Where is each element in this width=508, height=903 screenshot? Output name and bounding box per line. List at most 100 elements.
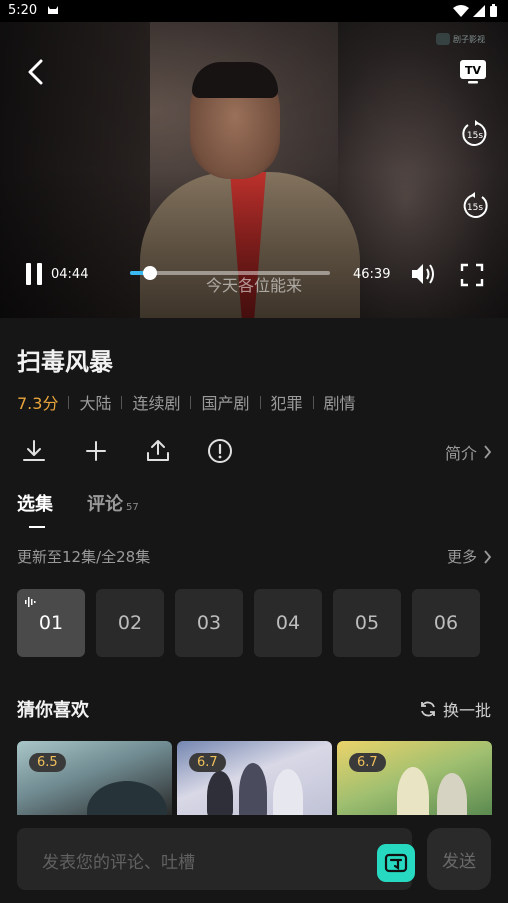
tag-region: 大陆 bbox=[79, 394, 112, 413]
watermark-logo-icon bbox=[436, 33, 450, 45]
episode-number: 02 bbox=[117, 612, 143, 634]
episode-number: 06 bbox=[433, 612, 459, 634]
cast-tv-button[interactable]: TV bbox=[458, 58, 488, 86]
refresh-label: 换一批 bbox=[442, 701, 491, 720]
intro-link[interactable]: 简介 bbox=[445, 440, 492, 464]
alert-circle-icon bbox=[208, 439, 232, 463]
recommend-list: 6.5 6.7 6.7 bbox=[17, 741, 492, 815]
download-icon bbox=[23, 440, 45, 461]
tag-category: 国产剧 bbox=[201, 394, 250, 413]
video-player[interactable]: 剧子影视 TV 15s 15s 今天各位能来 04:44 46:39 bbox=[0, 22, 508, 318]
status-bar: 5:20 bbox=[0, 0, 508, 22]
tab-comments-label: 评论 bbox=[87, 494, 123, 515]
tag-separator bbox=[312, 395, 314, 409]
watermark: 剧子影视 bbox=[436, 30, 494, 48]
status-time: 5:20 bbox=[8, 3, 38, 18]
episode-number: 05 bbox=[354, 612, 380, 634]
more-label: 更多 bbox=[446, 548, 477, 566]
action-bar bbox=[0, 432, 508, 472]
back-button[interactable] bbox=[20, 57, 50, 87]
poster-figure bbox=[273, 769, 303, 815]
signal-icon bbox=[473, 4, 485, 17]
plus-icon bbox=[86, 441, 106, 461]
send-label: 发送 bbox=[442, 851, 476, 872]
battery-icon bbox=[490, 4, 497, 17]
tag-type: 连续剧 bbox=[132, 394, 181, 413]
recommend-title: 猜你喜欢 bbox=[17, 700, 89, 721]
current-time: 04:44 bbox=[51, 267, 89, 282]
tv-icon: TV bbox=[460, 60, 486, 84]
poster-figure bbox=[397, 767, 429, 815]
intro-label: 简介 bbox=[444, 444, 477, 463]
tag-separator bbox=[121, 395, 123, 409]
episode-item[interactable]: 03 bbox=[175, 589, 243, 657]
chevron-right-icon bbox=[484, 549, 492, 564]
system-icons bbox=[453, 4, 498, 18]
tab-episodes[interactable]: 选集 bbox=[17, 490, 53, 528]
tag-separator bbox=[68, 395, 70, 409]
episode-item[interactable]: 06 bbox=[412, 589, 480, 657]
episode-number: 04 bbox=[275, 612, 301, 634]
pause-button[interactable] bbox=[22, 261, 46, 287]
comment-input[interactable]: 发表您的评论、吐槽 bbox=[17, 828, 412, 890]
download-button[interactable] bbox=[17, 432, 51, 470]
chevron-left-icon bbox=[28, 59, 43, 85]
watermark-text: 剧子影视 bbox=[453, 34, 485, 44]
refresh-button[interactable]: 换一批 bbox=[419, 697, 491, 721]
progress-bar[interactable] bbox=[130, 266, 330, 280]
volume-button[interactable] bbox=[409, 260, 439, 288]
recommend-score: 6.5 bbox=[29, 753, 66, 772]
wifi-icon bbox=[453, 4, 469, 17]
recommend-score: 6.7 bbox=[189, 753, 226, 772]
show-title: 扫毒风暴 bbox=[17, 348, 113, 376]
poster-figure bbox=[239, 763, 267, 815]
episode-number: 01 bbox=[38, 612, 64, 634]
assistant-float-button[interactable] bbox=[377, 844, 415, 882]
send-button[interactable]: 发送 bbox=[427, 828, 491, 890]
recommend-score: 6.7 bbox=[349, 753, 386, 772]
assistant-icon bbox=[384, 853, 408, 873]
comment-count: 57 bbox=[126, 502, 139, 513]
comment-placeholder: 发表您的评论、吐槽 bbox=[42, 853, 195, 873]
tag-genre-crime: 犯罪 bbox=[270, 394, 303, 413]
forward-label: 15s bbox=[467, 203, 483, 213]
tab-comments[interactable]: 评论 57 bbox=[87, 490, 139, 516]
show-tags: 7.3分 大陆 连续剧 国产剧 犯罪 剧情 bbox=[17, 390, 356, 414]
tv-label: TV bbox=[465, 64, 482, 77]
pause-icon bbox=[26, 263, 42, 285]
more-episodes-link[interactable]: 更多 bbox=[447, 546, 492, 567]
rating: 7.3分 bbox=[17, 394, 59, 413]
rewind-15s-button[interactable]: 15s bbox=[459, 118, 491, 150]
tag-genre-drama: 剧情 bbox=[323, 394, 356, 413]
forward-icon: 15s bbox=[463, 192, 488, 218]
poster-figure bbox=[437, 773, 467, 815]
tag-separator bbox=[259, 395, 261, 409]
recommend-item[interactable]: 6.5 bbox=[17, 741, 172, 815]
volume-icon bbox=[412, 264, 434, 284]
rewind-icon: 15s bbox=[462, 120, 487, 146]
episode-item[interactable]: 01 bbox=[17, 589, 85, 657]
update-status: 更新至12集/全28集 bbox=[17, 548, 151, 566]
fullscreen-button[interactable] bbox=[459, 262, 485, 288]
poster-figure bbox=[207, 771, 233, 815]
episode-list: 01 02 03 04 05 06 bbox=[17, 589, 480, 657]
forward-15s-button[interactable]: 15s bbox=[459, 190, 491, 222]
share-button[interactable] bbox=[141, 432, 175, 470]
notification-icon bbox=[48, 6, 58, 14]
refresh-icon bbox=[421, 701, 435, 717]
progress-knob[interactable] bbox=[143, 266, 157, 280]
fullscreen-icon bbox=[460, 263, 484, 287]
chevron-right-icon bbox=[484, 445, 492, 459]
recommend-item[interactable]: 6.7 bbox=[177, 741, 332, 815]
episode-item[interactable]: 05 bbox=[333, 589, 401, 657]
add-to-list-button[interactable] bbox=[79, 432, 113, 470]
tag-separator bbox=[190, 395, 192, 409]
total-time: 46:39 bbox=[353, 267, 391, 282]
rewind-label: 15s bbox=[467, 131, 483, 141]
report-button[interactable] bbox=[203, 432, 237, 470]
episode-item[interactable]: 02 bbox=[96, 589, 164, 657]
playing-indicator-icon bbox=[25, 597, 36, 607]
comment-bar: 发表您的评论、吐槽 发送 bbox=[0, 815, 508, 903]
recommend-item[interactable]: 6.7 bbox=[337, 741, 492, 815]
episode-item[interactable]: 04 bbox=[254, 589, 322, 657]
